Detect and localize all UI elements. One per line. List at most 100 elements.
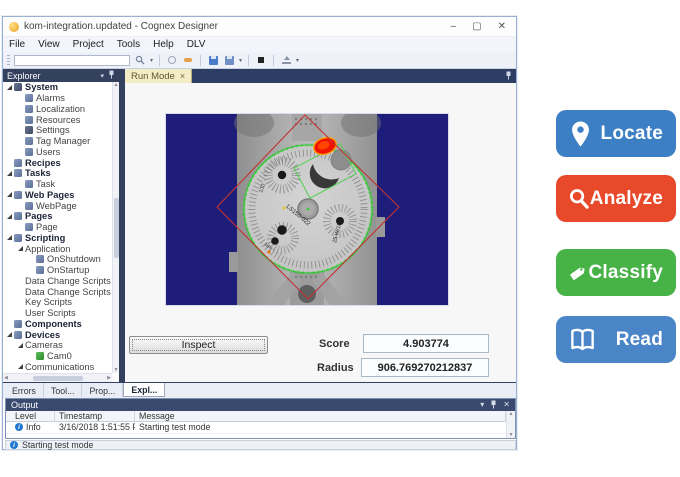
column-timestamp[interactable]: Timestamp xyxy=(55,411,135,421)
magnifier-icon xyxy=(568,185,590,212)
tree-item-resources[interactable]: Resources xyxy=(3,114,112,125)
explorer-pin-icon[interactable] xyxy=(108,70,115,81)
tab-close-icon[interactable]: × xyxy=(180,71,185,81)
tree-item-data-change-scripts-web[interactable]: Data Change Scripts (Web xyxy=(3,286,112,297)
tree-item-page[interactable]: Page xyxy=(3,222,112,233)
menu-file[interactable]: File xyxy=(9,39,25,50)
explorer-horizontal-scrollbar[interactable]: ◀ ▶ xyxy=(3,373,112,382)
minimize-button[interactable]: – xyxy=(451,22,457,32)
deploy-icon[interactable] xyxy=(280,54,292,66)
tree-item-users[interactable]: Users xyxy=(3,147,112,158)
tree-item-task[interactable]: Task xyxy=(3,179,112,190)
save-dropdown-icon[interactable]: ▾ xyxy=(239,57,242,64)
tree-item-scripting[interactable]: Scripting xyxy=(3,233,112,244)
search-input[interactable] xyxy=(14,55,130,66)
tree-item-system[interactable]: System xyxy=(3,82,112,93)
explorer-vertical-scrollbar[interactable]: ▲ ▼ xyxy=(112,82,119,373)
menu-help[interactable]: Help xyxy=(153,39,174,50)
output-pin-icon[interactable] xyxy=(490,400,497,411)
tree-item-onstartup[interactable]: OnStartup xyxy=(3,265,112,276)
output-vertical-scrollbar[interactable]: ▲ ▼ xyxy=(506,411,515,438)
tree-item-tag-manager[interactable]: Tag Manager xyxy=(3,136,112,147)
close-button[interactable]: ✕ xyxy=(498,22,506,32)
tree-item-recipes[interactable]: Recipes xyxy=(3,157,112,168)
scroll-left-icon[interactable]: ◀ xyxy=(4,375,8,381)
classify-button[interactable]: Classify xyxy=(556,249,676,296)
menubar: File View Project Tools Help DLV xyxy=(3,37,516,52)
tree-item-web-pages[interactable]: Web Pages xyxy=(3,190,112,201)
expander-icon[interactable] xyxy=(6,213,13,220)
expander-icon[interactable] xyxy=(17,363,24,370)
save-all-icon[interactable] xyxy=(223,54,235,66)
tree-item-onshutdown[interactable]: OnShutdown xyxy=(3,254,112,265)
tabbar-pin-icon[interactable] xyxy=(505,67,512,85)
menu-view[interactable]: View xyxy=(38,39,60,50)
expander-icon[interactable] xyxy=(6,234,13,241)
tab-run-mode[interactable]: Run Mode × xyxy=(125,69,192,83)
stop-icon[interactable] xyxy=(255,54,267,66)
scrollbar-thumb[interactable] xyxy=(33,376,83,381)
tree-item-tasks[interactable]: Tasks xyxy=(3,168,112,179)
column-message[interactable]: Message xyxy=(135,411,506,421)
localization-icon xyxy=(25,105,33,113)
scripting-icon xyxy=(14,234,22,242)
column-level[interactable]: Level xyxy=(11,411,55,421)
tab-explorer[interactable]: Expl... xyxy=(123,383,165,397)
tree-item-key-scripts[interactable]: Key Scripts xyxy=(3,297,112,308)
menu-project[interactable]: Project xyxy=(73,39,104,50)
expander-icon[interactable] xyxy=(6,84,13,91)
tab-toolbox[interactable]: Tool... xyxy=(44,383,82,397)
score-value-field[interactable]: 4.903774 xyxy=(363,334,489,353)
tree-item-data-change-scripts[interactable]: Data Change Scripts xyxy=(3,276,112,287)
analyze-button[interactable]: Analyze xyxy=(556,175,676,222)
expander-icon[interactable] xyxy=(6,191,13,198)
tree-item-alarms[interactable]: Alarms xyxy=(3,93,112,104)
tree-item-label: Tag Manager xyxy=(36,136,90,146)
highlight-icon[interactable] xyxy=(182,54,194,66)
tree-item-components[interactable]: Components xyxy=(3,319,112,330)
tree-item-cameras[interactable]: Cameras xyxy=(3,340,112,351)
scroll-up-icon[interactable]: ▲ xyxy=(509,411,514,417)
tree-item-webpage[interactable]: WebPage xyxy=(3,200,112,211)
expander-icon[interactable] xyxy=(6,331,13,338)
explorer-dropdown-icon[interactable]: ▾ xyxy=(100,72,104,80)
tree-item-settings[interactable]: Settings xyxy=(3,125,112,136)
tab-properties[interactable]: Prop... xyxy=(82,383,123,397)
output-log-row[interactable]: i Info 3/16/2018 1:51:55 PM Starting tes… xyxy=(6,422,506,434)
expander-icon[interactable] xyxy=(17,342,24,349)
tab-errors[interactable]: Errors xyxy=(5,383,44,397)
search-dropdown-icon[interactable]: ▾ xyxy=(150,57,153,64)
scroll-right-icon[interactable]: ▶ xyxy=(107,375,111,381)
tree-item-cam0[interactable]: Cam0 xyxy=(3,351,112,362)
scroll-up-icon[interactable]: ▲ xyxy=(114,82,119,88)
deploy-dropdown-icon[interactable]: ▾ xyxy=(296,57,299,64)
search-icon[interactable] xyxy=(134,54,146,66)
menu-dlv[interactable]: DLV xyxy=(187,39,206,50)
users-icon xyxy=(25,148,33,156)
output-dropdown-icon[interactable]: ▾ xyxy=(480,401,484,409)
maximize-button[interactable]: ▢ xyxy=(472,22,481,32)
radius-value-field[interactable]: 906.769270212837 xyxy=(361,358,489,377)
toolbar-grip[interactable] xyxy=(7,55,10,66)
cognex-designer-window: kom-integration.updated - Cognex Designe… xyxy=(2,16,517,450)
scroll-down-icon[interactable]: ▼ xyxy=(509,432,514,438)
tree-item-devices[interactable]: Devices xyxy=(3,329,112,340)
save-icon[interactable] xyxy=(207,54,219,66)
tree-item-localization[interactable]: Localization xyxy=(3,104,112,115)
expander-icon xyxy=(17,127,24,134)
menu-tools[interactable]: Tools xyxy=(117,39,140,50)
locate-button[interactable]: Locate xyxy=(556,110,676,157)
tree-item-pages[interactable]: Pages xyxy=(3,211,112,222)
tree-item-application[interactable]: Application xyxy=(3,243,112,254)
output-close-icon[interactable]: ✕ xyxy=(503,401,510,409)
read-button[interactable]: Read xyxy=(556,316,676,363)
output-column-headers: Level Timestamp Message xyxy=(6,411,506,422)
refresh-icon[interactable] xyxy=(166,54,178,66)
scrollbar-thumb[interactable] xyxy=(114,198,119,258)
inspect-button[interactable]: Inspect xyxy=(129,336,268,354)
scroll-down-icon[interactable]: ▼ xyxy=(114,367,119,373)
expander-icon[interactable] xyxy=(17,245,24,252)
tree-item-communications[interactable]: Communications xyxy=(3,362,112,373)
expander-icon[interactable] xyxy=(6,170,13,177)
tree-item-user-scripts[interactable]: User Scripts xyxy=(3,308,112,319)
